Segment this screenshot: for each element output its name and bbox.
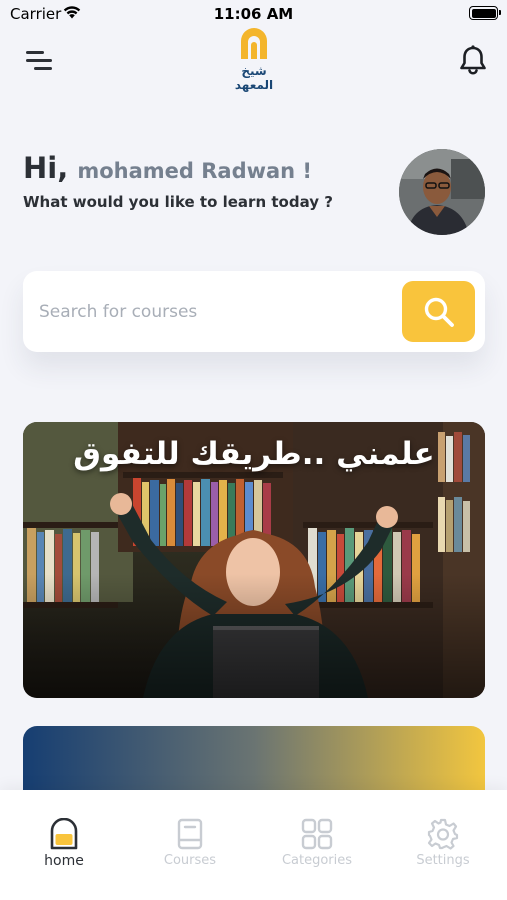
greeting-hi: Hi, [23,151,69,185]
tab-settings[interactable]: Settings [393,818,493,868]
search-icon [424,297,454,327]
greeting-subtitle: What would you like to learn today ? [23,193,333,211]
avatar[interactable] [399,149,485,235]
book-icon [177,818,203,850]
search-input[interactable] [39,295,379,329]
user-name: mohamed Radwan ! [77,159,313,183]
tab-courses-label: Courses [163,853,217,868]
arch-logo-icon [241,28,267,59]
home-icon [50,818,78,850]
status-bar: Carrier 11:06 AM [0,0,507,30]
tab-home-label: home [44,853,84,869]
tab-courses[interactable]: Courses [140,818,240,868]
tab-settings-label: Settings [416,853,470,868]
app-logo: شيخ المعهد [215,28,293,94]
greeting-block: Hi, mohamed Radwan ! What would you like… [23,151,383,211]
tab-categories[interactable]: Categories [267,818,367,868]
status-time: 11:06 AM [213,5,294,23]
grid-icon [301,818,333,850]
notifications-bell-icon[interactable] [458,44,488,80]
logo-text-line1: شيخ [241,64,267,78]
battery-icon [469,6,501,20]
tab-categories-label: Categories [281,853,353,868]
tab-home[interactable]: home [14,818,114,869]
search-button[interactable] [402,281,475,342]
promo-banner[interactable]: علمني ..طريقك للتفوق [23,422,485,698]
gear-icon [427,818,459,850]
logo-text-line2: المعهد [234,78,274,92]
menu-icon[interactable] [26,48,54,72]
banner-title: علمني ..طريقك للتفوق [73,436,435,472]
bottom-tab-bar: home Courses Categories Settings [0,790,507,900]
search-bar [23,271,485,352]
